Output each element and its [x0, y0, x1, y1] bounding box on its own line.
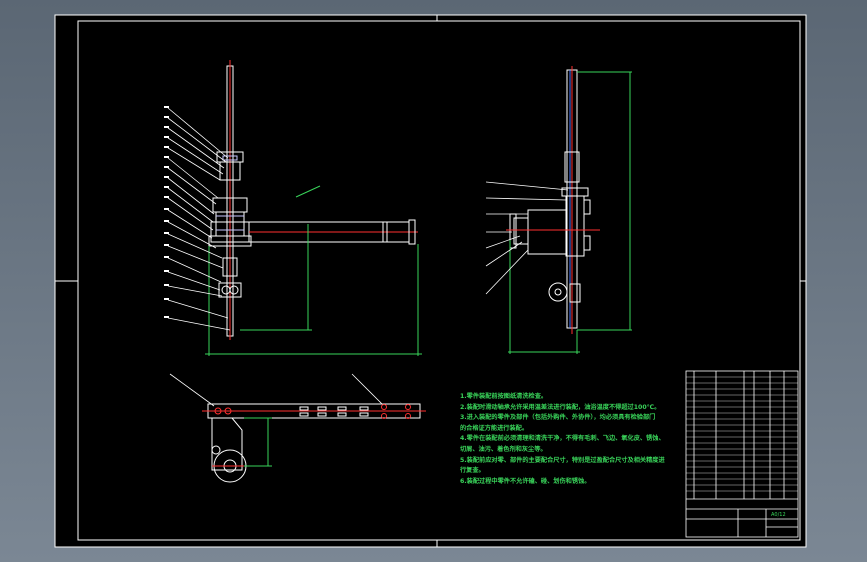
sheet-outer-border — [54, 14, 807, 548]
assembly-drawing-sheet — [54, 14, 807, 548]
drawing-number: A0/12 — [771, 512, 786, 518]
cad-viewport[interactable]: 1.零件装配前按图纸清洗检查。 2.装配时滑动轴承允许采用温差法进行装配，油浴温… — [0, 0, 867, 562]
note-line: 3.进入装配的零件及部件（包括外购件、外协件），均必须具有检验部门 — [460, 414, 656, 422]
technical-requirements: 1.零件装配前按图纸清洗检查。 2.装配时滑动轴承允许采用温差法进行装配，油浴温… — [460, 392, 690, 487]
note-line: 的合格证方能进行装配。 — [460, 424, 529, 432]
note-line: 行复查。 — [460, 467, 485, 475]
note-line: 4.零件在装配前必须清理和清洗干净，不得有毛刺、飞边、氧化皮、锈蚀、 — [460, 435, 665, 443]
note-line: 1.零件装配前按图纸清洗检查。 — [460, 393, 548, 400]
note-line: 2.装配时滑动轴承允许采用温差法进行装配，油浴温度不得超过100℃。 — [460, 403, 661, 411]
note-line: 6.装配过程中零件不允许磕、碰、划伤和锈蚀。 — [460, 477, 591, 485]
note-line: 5.装配前应对零、部件的主要配合尺寸，特别是过盈配合尺寸及相关精度进 — [460, 456, 665, 464]
note-line: 切屑、油污、着色剂和灰尘等。 — [460, 445, 547, 453]
